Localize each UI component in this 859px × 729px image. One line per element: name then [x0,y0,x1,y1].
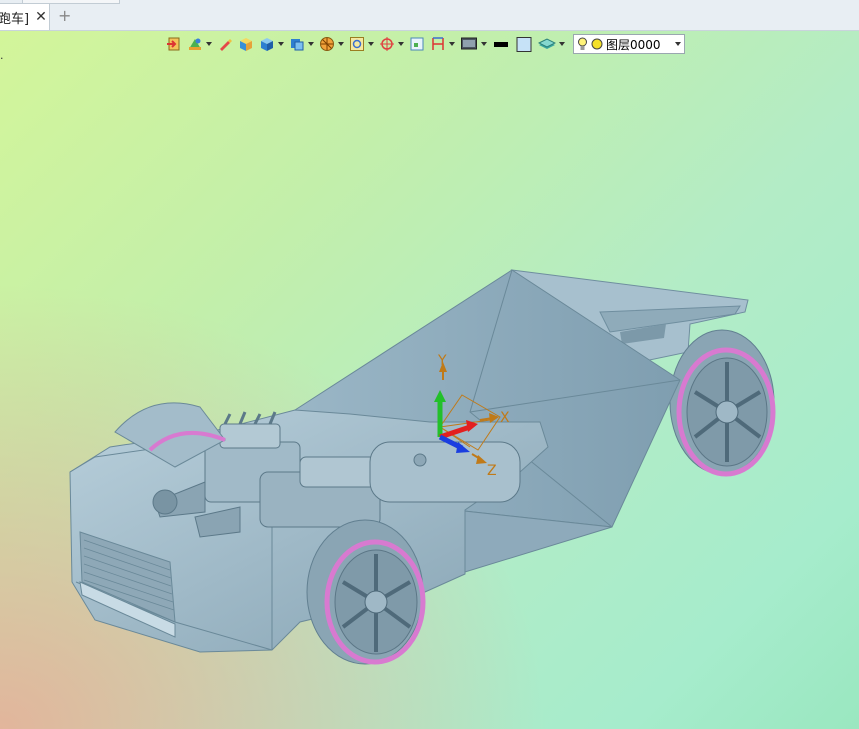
3d-viewport[interactable]: . 图层0000 Y X Z [0,31,859,729]
axis-x-label: X [500,410,510,426]
document-tab[interactable]: 跑车] ✕ [0,3,50,30]
close-icon[interactable]: ✕ [35,9,47,25]
rear-right-wheel [669,329,776,477]
axis-y-label: Y [437,353,447,369]
front-right-wheel [306,519,426,665]
tab-label: 跑车] [0,11,30,27]
add-tab-icon[interactable]: + [58,6,71,25]
axis-z-label: Z [487,463,497,479]
tab-bar: 跑车] ✕ + [0,0,859,31]
car-model[interactable]: Y X Z [0,31,859,729]
